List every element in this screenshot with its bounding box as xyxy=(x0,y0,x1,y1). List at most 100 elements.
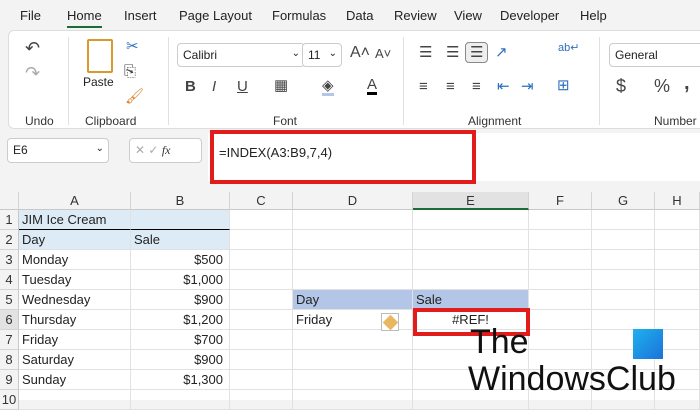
column-header-e[interactable]: E xyxy=(413,192,529,210)
cell-g5[interactable] xyxy=(592,290,655,310)
align-left-icon[interactable]: ≡ xyxy=(419,79,428,94)
cell-a2[interactable]: Day xyxy=(19,230,131,250)
tab-help[interactable]: Help xyxy=(580,8,607,23)
tab-page-layout[interactable]: Page Layout xyxy=(179,8,252,23)
cut-icon[interactable]: ✂ xyxy=(126,39,139,54)
tab-developer[interactable]: Developer xyxy=(500,8,559,23)
align-middle-icon[interactable]: ☰ xyxy=(446,45,459,60)
cell-g1[interactable] xyxy=(592,210,655,230)
comma-button[interactable]: , xyxy=(684,73,690,93)
tab-file[interactable]: File xyxy=(20,8,41,23)
cell-h6[interactable] xyxy=(655,310,700,330)
cell-b10[interactable] xyxy=(131,390,230,410)
font-name-select[interactable]: Calibri ⌄ xyxy=(177,43,305,67)
cell-a7[interactable]: Friday xyxy=(19,330,131,350)
cell-f6[interactable] xyxy=(529,310,592,330)
cell-b3[interactable]: $500 xyxy=(131,250,230,270)
bold-button[interactable]: B xyxy=(185,79,196,94)
cell-a3[interactable]: Monday xyxy=(19,250,131,270)
cell-c5[interactable] xyxy=(230,290,293,310)
cell-f2[interactable] xyxy=(529,230,592,250)
cell-g6[interactable] xyxy=(592,310,655,330)
row-header-9[interactable]: 9 xyxy=(0,370,19,390)
select-all-corner[interactable] xyxy=(0,192,19,210)
font-size-select[interactable]: 11 ⌄ xyxy=(302,43,342,67)
undo-icon[interactable]: ↶ xyxy=(25,39,40,57)
cell-h3[interactable] xyxy=(655,250,700,270)
cell-b8[interactable]: $900 xyxy=(131,350,230,370)
cell-a1[interactable]: JIM Ice Cream xyxy=(19,210,131,230)
wrap-text-icon[interactable]: ab↵ xyxy=(558,43,579,54)
cell-h5[interactable] xyxy=(655,290,700,310)
cell-c3[interactable] xyxy=(230,250,293,270)
row-header-8[interactable]: 8 xyxy=(0,350,19,370)
cell-c8[interactable] xyxy=(230,350,293,370)
cell-g2[interactable] xyxy=(592,230,655,250)
cell-d1[interactable] xyxy=(293,210,413,230)
cell-g4[interactable] xyxy=(592,270,655,290)
cell-c10[interactable] xyxy=(230,390,293,410)
cell-e4[interactable] xyxy=(413,270,529,290)
cell-e3[interactable] xyxy=(413,250,529,270)
column-header-g[interactable]: G xyxy=(592,192,655,210)
align-bottom-icon[interactable]: ☰ xyxy=(465,42,489,63)
cell-c2[interactable] xyxy=(230,230,293,250)
percent-button[interactable]: % xyxy=(654,77,670,95)
row-header-4[interactable]: 4 xyxy=(0,270,19,290)
cell-f3[interactable] xyxy=(529,250,592,270)
enter-icon[interactable]: ✓ xyxy=(148,143,158,157)
increase-font-icon[interactable]: A˄ xyxy=(350,45,370,61)
cell-a6[interactable]: Thursday xyxy=(19,310,131,330)
cell-h1[interactable] xyxy=(655,210,700,230)
align-top-icon[interactable]: ☰ xyxy=(419,45,432,60)
number-format-select[interactable]: General xyxy=(609,43,700,67)
column-header-c[interactable]: C xyxy=(230,192,293,210)
redo-icon[interactable]: ↷ xyxy=(25,64,40,82)
align-right-icon[interactable]: ≡ xyxy=(472,79,481,94)
cell-d8[interactable] xyxy=(293,350,413,370)
row-header-6[interactable]: 6 xyxy=(0,310,19,330)
cell-e5[interactable]: Sale xyxy=(413,290,529,310)
decrease-font-icon[interactable]: A˅ xyxy=(375,47,391,60)
cell-a10[interactable] xyxy=(19,390,131,410)
fill-color-icon[interactable]: ◈ xyxy=(322,78,334,96)
cell-d3[interactable] xyxy=(293,250,413,270)
cell-h4[interactable] xyxy=(655,270,700,290)
cell-a5[interactable]: Wednesday xyxy=(19,290,131,310)
cell-e1[interactable] xyxy=(413,210,529,230)
row-header-2[interactable]: 2 xyxy=(0,230,19,250)
cell-b7[interactable]: $700 xyxy=(131,330,230,350)
paste-label[interactable]: Paste xyxy=(83,75,114,89)
cell-d5[interactable]: Day xyxy=(293,290,413,310)
copy-icon[interactable]: ⎘ xyxy=(124,64,136,79)
tab-home[interactable]: Home xyxy=(67,8,102,28)
cell-c4[interactable] xyxy=(230,270,293,290)
tab-data[interactable]: Data xyxy=(346,8,373,23)
column-header-b[interactable]: B xyxy=(131,192,230,210)
cell-d9[interactable] xyxy=(293,370,413,390)
cell-b4[interactable]: $1,000 xyxy=(131,270,230,290)
row-header-3[interactable]: 3 xyxy=(0,250,19,270)
cell-b6[interactable]: $1,200 xyxy=(131,310,230,330)
cell-b1[interactable] xyxy=(131,210,230,230)
font-color-button[interactable]: A xyxy=(367,77,378,95)
align-center-icon[interactable]: ≡ xyxy=(446,79,455,94)
column-header-f[interactable]: F xyxy=(529,192,592,210)
cell-c7[interactable] xyxy=(230,330,293,350)
paste-icon[interactable] xyxy=(87,39,113,73)
tab-review[interactable]: Review xyxy=(394,8,437,23)
cell-f4[interactable] xyxy=(529,270,592,290)
cell-h2[interactable] xyxy=(655,230,700,250)
cell-b9[interactable]: $1,300 xyxy=(131,370,230,390)
decrease-indent-icon[interactable]: ⇤ xyxy=(497,79,510,94)
cell-d2[interactable] xyxy=(293,230,413,250)
cell-d4[interactable] xyxy=(293,270,413,290)
underline-button[interactable]: U xyxy=(237,79,248,94)
cell-c6[interactable] xyxy=(230,310,293,330)
tab-formulas[interactable]: Formulas xyxy=(272,8,326,23)
format-painter-icon[interactable]: 🖌 xyxy=(125,89,144,104)
cell-c9[interactable] xyxy=(230,370,293,390)
row-header-5[interactable]: 5 xyxy=(0,290,19,310)
orientation-icon[interactable]: ↗ xyxy=(495,45,508,60)
cell-a8[interactable]: Saturday xyxy=(19,350,131,370)
